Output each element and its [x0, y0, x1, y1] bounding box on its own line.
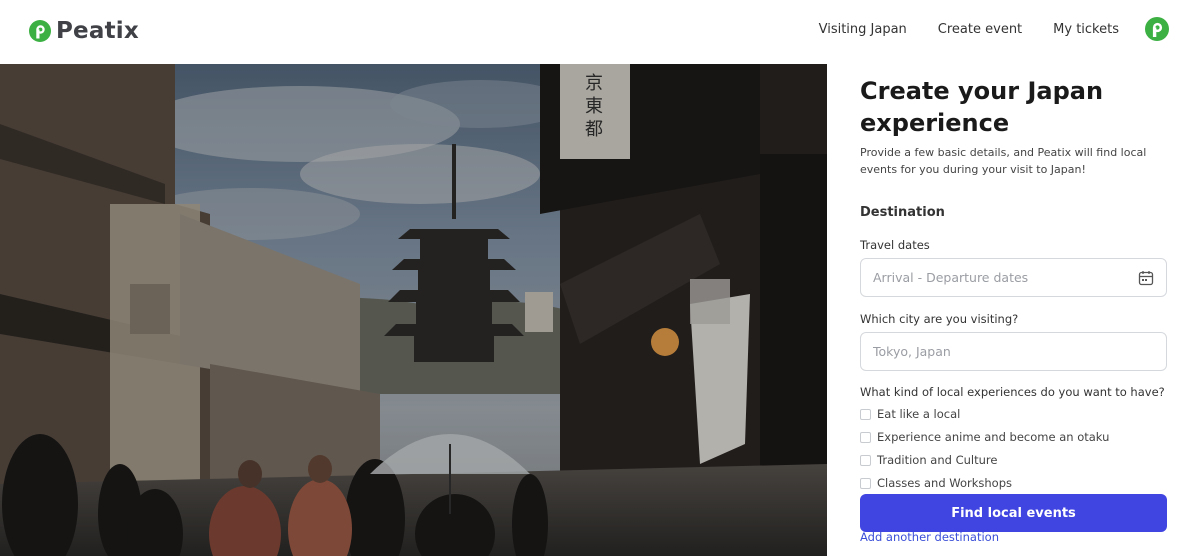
- experience-option[interactable]: Tradition and Culture: [860, 453, 997, 467]
- nav-create-event[interactable]: Create event: [938, 22, 1022, 37]
- experience-option-label: Tradition and Culture: [877, 453, 998, 467]
- add-destination-link[interactable]: Add another destination: [860, 530, 999, 544]
- japan-experience-form: Create your Japan experience Provide a f…: [827, 64, 1200, 556]
- hero-image: 京 東 都: [0, 64, 827, 556]
- kyoto-street-image: 京 東 都: [0, 64, 827, 556]
- calendar-icon[interactable]: [1138, 270, 1154, 286]
- experience-option-label: Experience anime and become an otaku: [877, 430, 1110, 444]
- peatix-avatar-icon[interactable]: [1144, 16, 1170, 42]
- city-input[interactable]: [861, 333, 1166, 370]
- destination-heading: Destination: [860, 205, 945, 220]
- travel-dates-label: Travel dates: [860, 238, 930, 252]
- city-field[interactable]: [860, 332, 1167, 371]
- peatix-logo-icon: [29, 20, 51, 42]
- peatix-logo[interactable]: Peatix: [28, 18, 139, 44]
- experience-option[interactable]: Eat like a local: [860, 407, 960, 421]
- nav-my-tickets[interactable]: My tickets: [1053, 22, 1119, 37]
- page-title: Create your Japan experience: [860, 77, 1104, 137]
- travel-dates-field[interactable]: [860, 258, 1167, 297]
- experience-checkbox[interactable]: [860, 477, 871, 489]
- experience-checkbox[interactable]: [860, 431, 871, 443]
- experience-checkbox[interactable]: [860, 454, 871, 466]
- experiences-label: What kind of local experiences do you wa…: [860, 385, 1165, 399]
- site-header: Peatix Visiting Japan Create event My ti…: [0, 0, 1200, 64]
- nav-visiting-japan[interactable]: Visiting Japan: [819, 22, 907, 37]
- brand-name: Peatix: [56, 18, 139, 44]
- main-nav: Visiting Japan Create event My tickets: [819, 16, 1170, 42]
- city-label: Which city are you visiting?: [860, 312, 1019, 326]
- experience-option-label: Eat like a local: [877, 407, 961, 421]
- experience-option[interactable]: Experience anime and become an otaku: [860, 430, 1109, 444]
- experience-option[interactable]: Classes and Workshops: [860, 476, 1012, 490]
- travel-dates-input[interactable]: [861, 259, 1166, 296]
- experience-option-label: Classes and Workshops: [877, 476, 1012, 490]
- experience-checkbox[interactable]: [860, 408, 871, 420]
- page-subtitle: Provide a few basic details, and Peatix …: [860, 146, 1147, 176]
- find-local-events-button[interactable]: Find local events: [860, 494, 1167, 532]
